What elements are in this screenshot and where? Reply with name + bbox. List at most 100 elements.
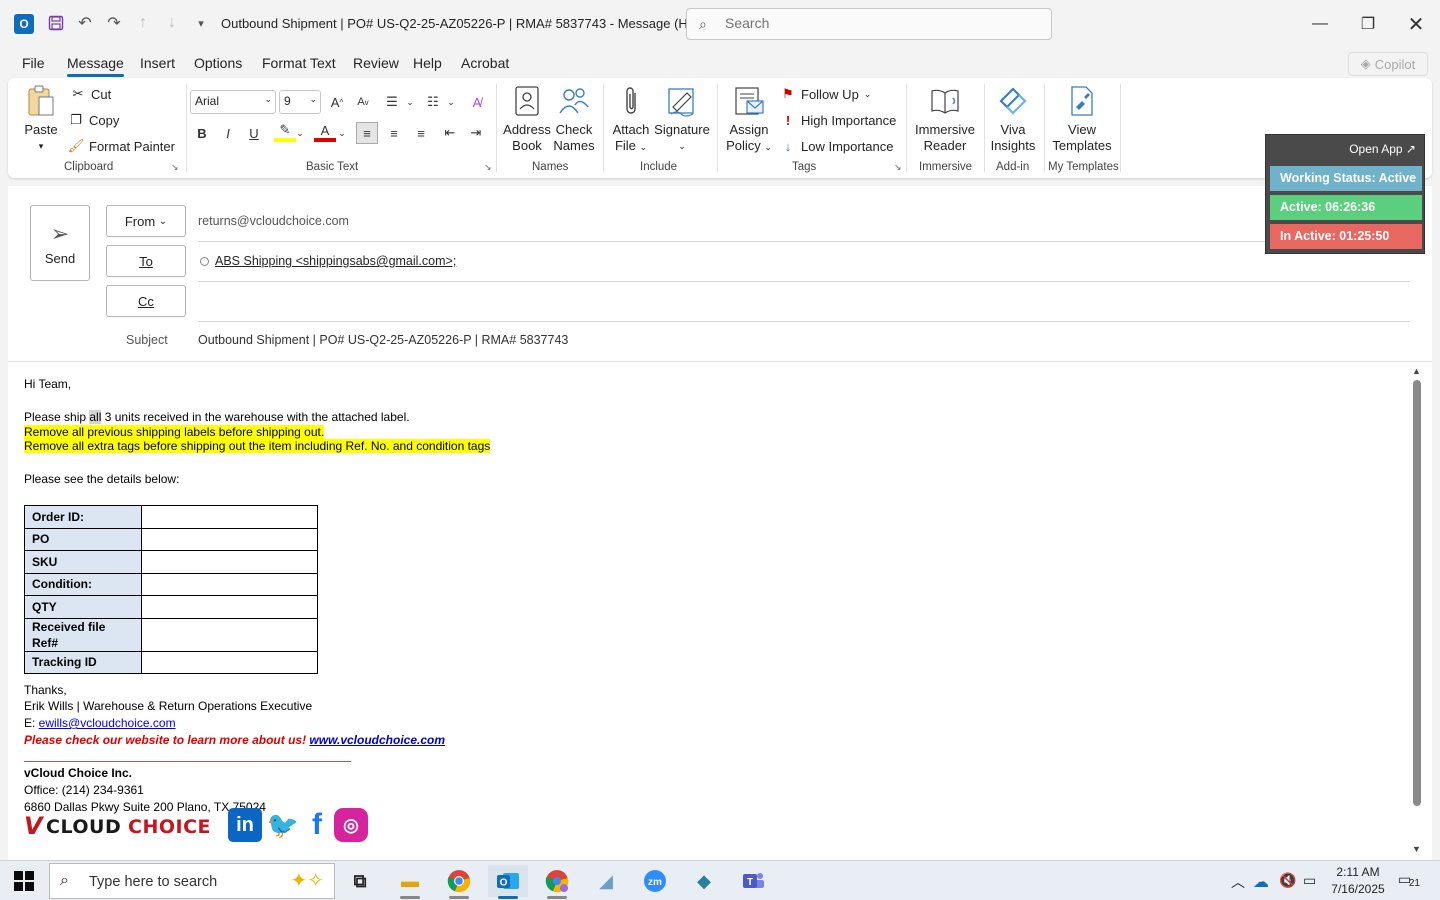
high-importance-button[interactable]: ! High Importance [780, 112, 897, 128]
viva-insights-button[interactable]: Viva Insights [990, 84, 1036, 154]
tab-review[interactable]: Review [353, 55, 399, 71]
align-center-icon[interactable]: ≡ [383, 122, 405, 144]
view-templates-button[interactable]: View Templates [1052, 84, 1112, 154]
scroll-down-icon[interactable]: ▼ [1412, 844, 1421, 854]
minimize-button[interactable]: — [1302, 10, 1338, 38]
align-left-icon[interactable]: ≡ [356, 122, 378, 144]
website-note: Please check our website to learn more a… [24, 733, 446, 747]
search-input[interactable] [725, 15, 1025, 31]
linkedin-icon[interactable]: in [228, 808, 262, 842]
save-icon[interactable] [45, 12, 67, 34]
follow-up-button[interactable]: ⚑ Follow Up ⌄ [780, 86, 871, 102]
highlight-icon[interactable]: ✎ [274, 122, 296, 142]
numbering-dropdown-icon[interactable]: ⌄ [445, 91, 457, 113]
show-hidden-icons-icon[interactable]: ︿ [1231, 872, 1245, 892]
scrollbar-thumb[interactable] [1413, 380, 1421, 806]
scroll-up-icon[interactable]: ▲ [1412, 366, 1421, 376]
title-bar: O ↶ ↷ ↑ ↓ ▾ Outbound Shipment | PO# US-Q… [0, 0, 1440, 48]
chrome-profile-icon[interactable] [537, 865, 577, 899]
from-button[interactable]: From ⌄ [106, 205, 186, 237]
clear-formatting-icon[interactable]: A̸ [466, 91, 488, 113]
tags-launcher-icon[interactable]: ↘ [894, 162, 902, 173]
check-names-button[interactable]: Check Names [552, 84, 596, 154]
teams-icon[interactable]: T [733, 865, 773, 897]
vertical-scrollbar[interactable]: ▲ ▼ [1410, 366, 1424, 856]
copy-button[interactable]: ❐ Copy [68, 112, 119, 128]
immersive-reader-button[interactable]: Immersive Reader [914, 84, 976, 154]
notification-icon[interactable]: ▭ 21 [1398, 871, 1420, 889]
zoom-icon[interactable]: zm [635, 865, 675, 897]
email-link[interactable]: ewills@vcloudchoice.com [39, 716, 176, 730]
next-item-icon[interactable]: ↓ [161, 12, 183, 34]
subject-field[interactable]: Outbound Shipment | PO# US-Q2-25-AZ05226… [198, 333, 568, 347]
align-right-icon[interactable]: ≡ [410, 122, 432, 144]
working-status-badge: Working Status: Active [1270, 166, 1422, 191]
font-size-select[interactable]: 9 ⌄ [279, 90, 321, 114]
task-view-icon[interactable]: ⧉ [340, 865, 380, 897]
table-row: QTY [24, 595, 318, 619]
font-color-icon[interactable]: A [314, 122, 336, 142]
system-clock[interactable]: 2:11 AM 7/16/2025 [1330, 864, 1386, 898]
open-app-button[interactable]: Open App ↗ [1345, 140, 1420, 158]
twitter-icon[interactable]: 🐦 [266, 808, 300, 842]
tab-message[interactable]: Message [67, 55, 124, 77]
bullets-dropdown-icon[interactable]: ⌄ [404, 91, 416, 113]
tab-file[interactable]: File [22, 55, 45, 71]
close-button[interactable]: ✕ [1398, 10, 1434, 38]
highlight-dropdown-icon[interactable]: ⌄ [294, 122, 306, 144]
font-name-select[interactable]: Arial ⌄ [190, 90, 276, 114]
chrome-icon[interactable] [439, 865, 479, 899]
assign-policy-button[interactable]: Assign Policy ⌄ [724, 84, 774, 155]
cc-field[interactable] [198, 321, 1410, 322]
volume-icon[interactable]: 🔇 [1279, 872, 1296, 889]
low-importance-button[interactable]: ↓ Low Importance [780, 138, 894, 154]
windows-start-icon[interactable] [14, 871, 34, 891]
facebook-icon[interactable]: f [304, 808, 330, 842]
taskbar-search[interactable]: ⌕ Type here to search ✦✧ [49, 863, 335, 899]
grow-font-icon[interactable]: A ^ [326, 91, 348, 113]
paste-button[interactable]: Paste ▾ [22, 84, 60, 154]
tab-help[interactable]: Help [413, 55, 442, 71]
bullets-icon[interactable]: ☰ [381, 91, 403, 113]
undo-icon[interactable]: ↶ [74, 12, 96, 34]
italic-icon[interactable]: I [217, 122, 239, 144]
previous-item-icon[interactable]: ↑ [132, 12, 154, 34]
decrease-indent-icon[interactable]: ⇤ [439, 122, 461, 144]
search-box[interactable]: ⌕ [686, 8, 1052, 40]
outlook-taskbar-icon[interactable]: O [488, 865, 528, 899]
restore-button[interactable]: ❐ [1350, 10, 1386, 38]
cc-button[interactable]: Cc [106, 285, 186, 317]
app-icon[interactable]: ◢ [586, 865, 626, 897]
file-explorer-icon[interactable]: ▬ [390, 865, 430, 899]
numbering-icon[interactable]: ☷ [422, 91, 444, 113]
tab-options[interactable]: Options [194, 55, 242, 71]
customize-toolbar-icon[interactable]: ▾ [190, 12, 212, 34]
tab-insert[interactable]: Insert [140, 55, 175, 71]
redo-icon[interactable]: ↷ [103, 12, 125, 34]
app-icon[interactable]: ◆ [684, 865, 724, 897]
attach-file-button[interactable]: Attach File ⌄ [611, 84, 651, 155]
clipboard-launcher-icon[interactable]: ↘ [171, 162, 179, 173]
underline-icon[interactable]: U [243, 122, 265, 144]
format-painter-button[interactable]: 🖌 Format Painter [68, 138, 175, 154]
onedrive-icon[interactable]: ☁ [1253, 872, 1269, 892]
website-link[interactable]: www.vcloudchoice.com [309, 733, 445, 747]
to-button[interactable]: To [106, 245, 186, 277]
increase-indent-icon[interactable]: ⇥ [465, 122, 487, 144]
tab-format-text[interactable]: Format Text [262, 55, 336, 71]
signature-button[interactable]: Signature ⌄ [654, 84, 710, 154]
cut-button[interactable]: ✂ Cut [70, 86, 112, 102]
recipient-chip[interactable]: ABS Shipping <shippingsabs@gmail.com>; [200, 254, 456, 268]
bold-icon[interactable]: B [191, 122, 213, 144]
shrink-font-icon[interactable]: Av [352, 91, 374, 113]
network-icon[interactable]: ▭ [1303, 872, 1316, 889]
instagram-icon[interactable]: ◎ [334, 808, 368, 842]
table-row: Condition: [24, 572, 318, 596]
check-names-icon [558, 84, 590, 118]
copilot-button[interactable]: ◈ Copilot [1348, 52, 1428, 76]
font-color-dropdown-icon[interactable]: ⌄ [336, 122, 348, 144]
send-button[interactable]: ➢ Send [30, 205, 90, 281]
basic-text-launcher-icon[interactable]: ↘ [484, 162, 492, 173]
tab-acrobat[interactable]: Acrobat [461, 55, 509, 71]
address-book-button[interactable]: Address Book [503, 84, 551, 154]
